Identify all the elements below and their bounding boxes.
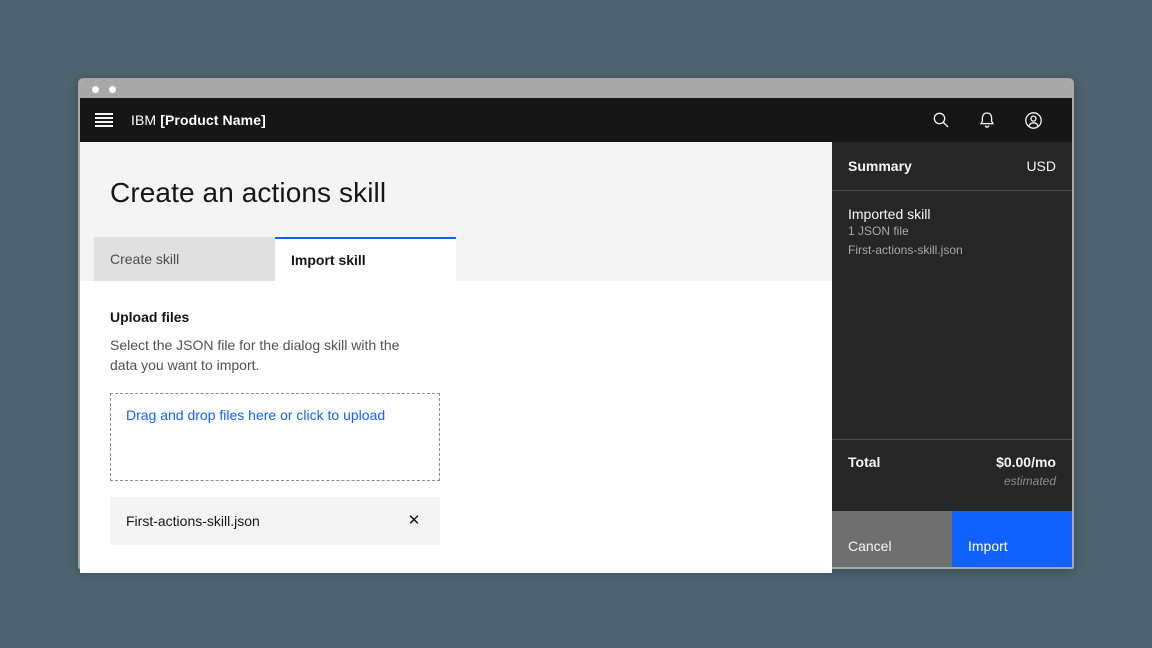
window-content: Create an actions skill Create skill Imp… [80, 142, 1072, 567]
summary-currency: USD [1026, 158, 1056, 174]
summary-actions: Cancel Import [832, 511, 1072, 567]
notifications-button[interactable] [964, 98, 1010, 142]
tab-label: Import skill [291, 252, 366, 268]
uploaded-file-item: First-actions-skill.json ✕ [110, 497, 440, 545]
hamburger-menu-icon [95, 113, 113, 127]
app-window: IBM [Product Name] [78, 78, 1074, 569]
tab-label: Create skill [110, 251, 179, 267]
window-control-dot[interactable] [92, 86, 99, 93]
total-amount: $0.00/mo [996, 454, 1056, 470]
summary-header: Summary USD [832, 142, 1072, 191]
user-avatar-icon [1024, 111, 1043, 130]
cancel-button[interactable]: Cancel [832, 511, 952, 567]
main-pane: Create an actions skill Create skill Imp… [80, 142, 832, 567]
menu-button[interactable] [80, 98, 128, 142]
page-title: Create an actions skill [110, 177, 802, 209]
search-button[interactable] [918, 98, 964, 142]
import-button[interactable]: Import [952, 511, 1072, 567]
search-icon [932, 111, 950, 129]
file-dropzone[interactable]: Drag and drop files here or click to upl… [110, 393, 440, 481]
upload-description: Select the JSON file for the dialog skil… [110, 335, 418, 376]
total-label: Total [848, 454, 880, 497]
brand-prefix: IBM [131, 112, 156, 128]
summary-line-file-name: First-actions-skill.json [848, 241, 1056, 260]
upload-files-heading: Upload files [110, 309, 802, 325]
summary-body: Imported skill 1 JSON file First-actions… [832, 191, 1072, 439]
total-estimated-note: estimated [996, 474, 1056, 488]
summary-title: Summary [848, 158, 912, 174]
app-header: IBM [Product Name] [80, 98, 1072, 142]
window-titlebar [80, 80, 1072, 98]
brand: IBM [Product Name] [131, 112, 266, 128]
uploaded-file-name: First-actions-skill.json [126, 513, 260, 529]
user-menu-button[interactable] [1010, 98, 1056, 142]
heading-area: Create an actions skill [80, 142, 832, 237]
dropzone-label: Drag and drop files here or click to upl… [126, 407, 385, 423]
close-icon[interactable]: ✕ [402, 509, 426, 533]
tab-import-skill[interactable]: Import skill [275, 237, 456, 281]
notification-bell-icon [978, 111, 996, 129]
tab-bar: Create skill Import skill [80, 237, 832, 281]
total-values: $0.00/mo estimated [996, 454, 1056, 497]
summary-section-heading: Imported skill [848, 206, 1056, 222]
summary-total-row: Total $0.00/mo estimated [832, 439, 1072, 511]
window-control-dot[interactable] [109, 86, 116, 93]
summary-line-file-count: 1 JSON file [848, 222, 1056, 241]
import-skill-panel: Upload files Select the JSON file for th… [80, 281, 832, 573]
summary-sidebar: Summary USD Imported skill 1 JSON file F… [832, 142, 1072, 567]
brand-product-name: [Product Name] [160, 112, 266, 128]
tab-create-skill[interactable]: Create skill [94, 237, 275, 281]
